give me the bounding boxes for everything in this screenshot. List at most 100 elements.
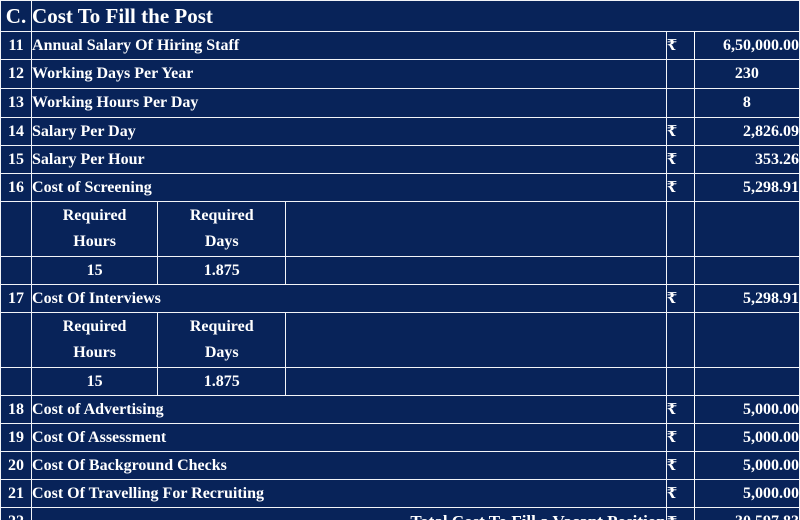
screening-required-days[interactable]: 1.875 [157,256,287,285]
spacer-cell [665,201,695,257]
row-number: 11 [0,31,33,60]
currency-symbol: ₹ [665,395,695,424]
table-row[interactable]: 17 Cost Of Interviews ₹ 5,298.91 [0,284,800,313]
row-value[interactable]: 230 [693,59,800,89]
spacer-cell [665,256,695,285]
row-label: Cost Of Travelling For Recruiting [31,479,667,508]
row-value[interactable]: 2,826.09 [693,117,800,146]
required-hours-header-line1: Required [62,318,127,335]
row-number: 16 [0,173,33,202]
cost-to-fill-table: C. Cost To Fill the Post 11 Annual Salar… [0,0,800,520]
row-number: 18 [0,395,33,424]
row-label: Salary Per Hour [31,145,667,174]
interview-values-row[interactable]: 15 1.875 [0,367,800,396]
required-days-header-line1: Required [189,318,254,335]
spacer-cell [693,256,800,285]
row-number: 17 [0,284,33,313]
table-row[interactable]: 19 Cost Of Assessment ₹ 5,000.00 [0,423,800,452]
spacer-cell [693,312,800,368]
section-header-row: C. Cost To Fill the Post [0,0,800,32]
table-row[interactable]: 20 Cost Of Background Checks ₹ 5,000.00 [0,451,800,480]
table-row[interactable]: 15 Salary Per Hour ₹ 353.26 [0,145,800,174]
required-hours-header: Required Hours [31,201,159,257]
table-row[interactable]: 14 Salary Per Day ₹ 2,826.09 [0,117,800,146]
row-number: 22 [0,507,33,520]
table-row[interactable]: 16 Cost of Screening ₹ 5,298.91 [0,173,800,202]
screening-values-row[interactable]: 15 1.875 [0,256,800,285]
required-days-header-line1: Required [189,207,254,224]
currency-symbol: ₹ [665,173,695,202]
currency-symbol: ₹ [665,507,695,520]
screening-required-hours[interactable]: 15 [31,256,159,285]
table-row[interactable]: 21 Cost Of Travelling For Recruiting ₹ 5… [0,479,800,508]
row-label: Cost Of Interviews [31,284,667,313]
required-days-header-line2: Days [204,344,239,361]
row-value[interactable]: 5,000.00 [693,395,800,424]
spacer-cell [693,367,800,396]
row-value[interactable]: 353.26 [693,145,800,174]
table-row[interactable]: 18 Cost of Advertising ₹ 5,000.00 [0,395,800,424]
section-title: Cost To Fill the Post [31,0,800,32]
row-label: Working Days Per Year [31,59,667,89]
spacer-cell [285,367,667,396]
row-value[interactable]: 5,000.00 [693,479,800,508]
table-row[interactable]: 11 Annual Salary Of Hiring Staff ₹ 6,50,… [0,31,800,60]
required-days-header-line2: Days [204,233,239,250]
currency-symbol: ₹ [665,31,695,60]
currency-symbol: ₹ [665,117,695,146]
interview-required-hours[interactable]: 15 [31,367,159,396]
row-number: 20 [0,451,33,480]
required-hours-header-line2: Hours [73,233,116,250]
row-label: Annual Salary Of Hiring Staff [31,31,667,60]
spacer-cell [0,256,33,285]
row-number: 12 [0,59,33,89]
spacer-cell [285,201,667,257]
row-number: 15 [0,145,33,174]
spacer-cell [0,312,33,368]
spacer-cell [665,312,695,368]
row-value[interactable]: 5,298.91 [693,173,800,202]
row-value[interactable]: 8 [693,88,800,118]
row-label: Working Hours Per Day [31,88,667,118]
required-hours-header-line1: Required [62,207,127,224]
table-row[interactable]: 13 Working Hours Per Day 8 [0,88,800,118]
row-value[interactable]: 5,298.91 [693,284,800,313]
row-label: Cost of Screening [31,173,667,202]
required-hours-header-line2: Hours [73,344,116,361]
total-row[interactable]: 22 Total Cost To Fill a Vacant Position … [0,507,800,520]
spacer-cell [665,367,695,396]
spacer-cell [285,312,667,368]
section-letter: C. [0,0,33,32]
total-value[interactable]: 30,597.83 [693,507,800,520]
spacer-cell [693,201,800,257]
row-label: Cost Of Assessment [31,423,667,452]
screening-subheader-row: Required Hours Required Days [0,201,800,257]
interview-subheader-row: Required Hours Required Days [0,312,800,368]
required-days-header: Required Days [157,201,287,257]
currency-symbol: ₹ [665,423,695,452]
row-number: 13 [0,88,33,118]
row-label: Cost Of Background Checks [31,451,667,480]
row-value[interactable]: 5,000.00 [693,451,800,480]
row-value[interactable]: 6,50,000.00 [693,31,800,60]
currency-symbol [665,59,695,89]
interview-required-days[interactable]: 1.875 [157,367,287,396]
currency-symbol: ₹ [665,284,695,313]
currency-symbol [665,88,695,118]
currency-symbol: ₹ [665,451,695,480]
total-label: Total Cost To Fill a Vacant Position [31,507,667,520]
row-value[interactable]: 5,000.00 [693,423,800,452]
currency-symbol: ₹ [665,145,695,174]
required-hours-header: Required Hours [31,312,159,368]
currency-symbol: ₹ [665,479,695,508]
row-number: 21 [0,479,33,508]
spreadsheet-canvas: C. Cost To Fill the Post 11 Annual Salar… [0,0,800,520]
required-days-header: Required Days [157,312,287,368]
row-label: Salary Per Day [31,117,667,146]
spacer-cell [285,256,667,285]
table-row[interactable]: 12 Working Days Per Year 230 [0,59,800,89]
row-label: Cost of Advertising [31,395,667,424]
row-number: 14 [0,117,33,146]
spacer-cell [0,367,33,396]
row-number: 19 [0,423,33,452]
